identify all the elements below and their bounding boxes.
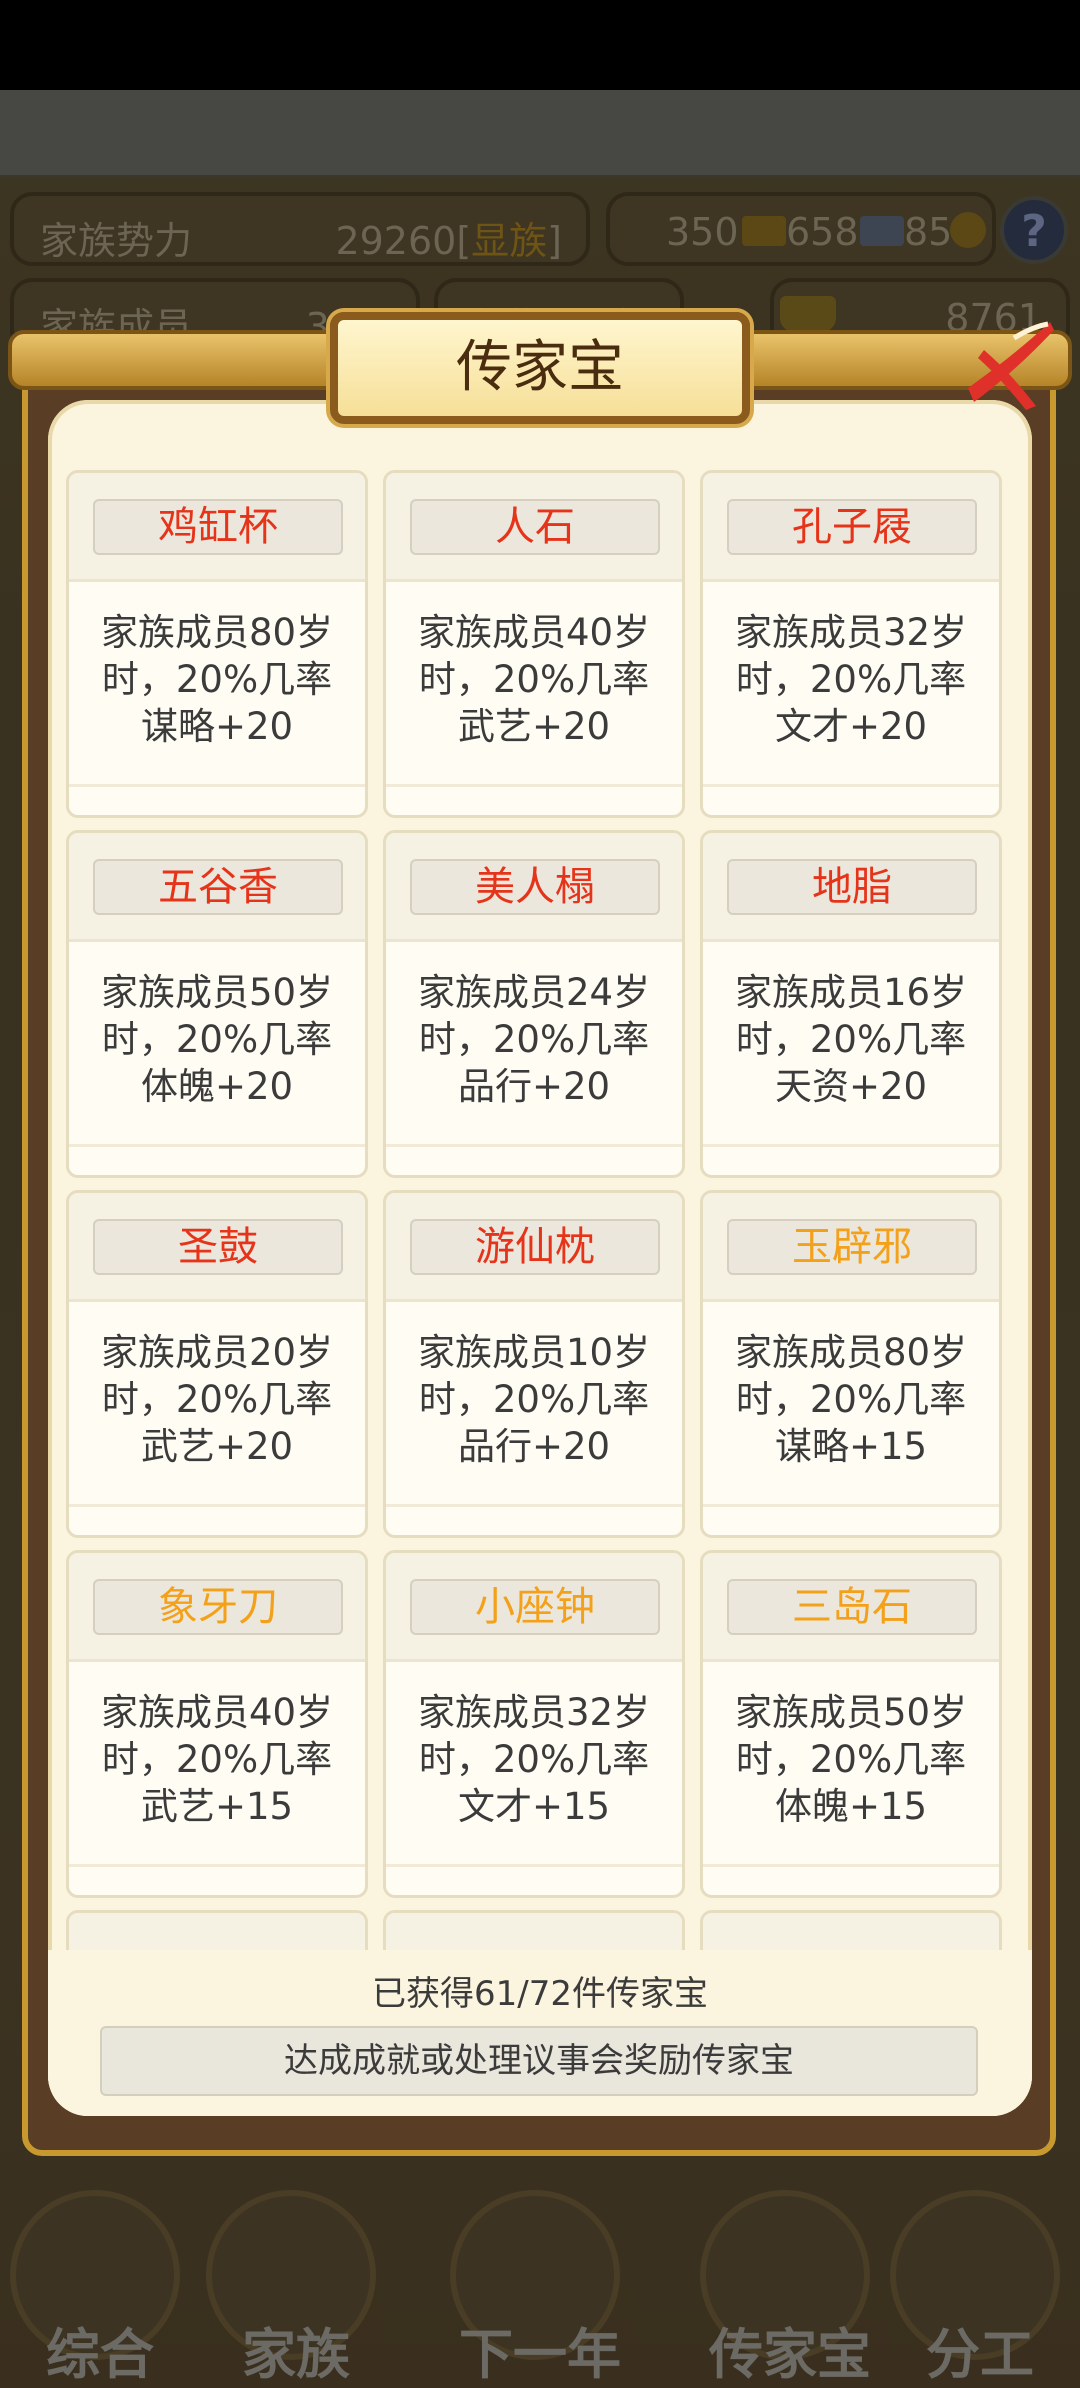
gold-count: 350 [666, 210, 739, 254]
heirloom-count: 已获得61/72件传家宝 [372, 1974, 708, 2014]
heirloom-description: 家族成员10岁 时，20%几率 品行+20 [417, 1331, 651, 1468]
iron-bar-icon [860, 216, 904, 246]
heirloom-name: 美人榻 [410, 859, 660, 915]
coin-icon [950, 212, 986, 248]
heirloom-name: 玉辟邪 [727, 1219, 977, 1275]
heirloom-card[interactable]: 五谷香 家族成员50岁 时，20%几率 体魄+20 [66, 830, 368, 1178]
heirloom-name: 鸡缸杯 [93, 499, 343, 555]
heirloom-card[interactable]: 美人榻 家族成员24岁 时，20%几率 品行+20 [383, 830, 685, 1178]
tab-heirlooms[interactable]: 传家宝 [690, 2180, 890, 2388]
heirloom-grid: 鸡缸杯 家族成员80岁 时，20%几率 谋略+20 人石 家族成员40岁 时，2… [66, 470, 1016, 1950]
status-bar [0, 0, 1080, 90]
heirloom-card[interactable]: 人石 家族成员40岁 时，20%几率 武艺+20 [383, 470, 685, 818]
heirloom-description: 家族成员32岁 时，20%几率 文才+15 [417, 1691, 651, 1828]
gold-bar-icon [742, 216, 786, 246]
family-power-value: 29260 [335, 219, 457, 263]
heirloom-name: 人石 [410, 499, 660, 555]
heirloom-grid-viewport[interactable]: 鸡缸杯 家族成员80岁 时，20%几率 谋略+20 人石 家族成员40岁 时，2… [66, 470, 1016, 1950]
coin-count: 85 [904, 210, 953, 254]
heirloom-card-partial[interactable] [700, 1910, 1002, 1950]
heirloom-card[interactable]: 象牙刀 家族成员40岁 时，20%几率 武艺+15 [66, 1550, 368, 1898]
close-icon [968, 321, 1054, 410]
heirloom-name: 圣鼓 [93, 1219, 343, 1275]
heirloom-description: 家族成员50岁 时，20%几率 体魄+15 [734, 1691, 968, 1828]
heirloom-description: 家族成员24岁 时，20%几率 品行+20 [417, 971, 651, 1108]
heirloom-name: 地脂 [727, 859, 977, 915]
heirloom-card[interactable]: 孔子屐 家族成员32岁 时，20%几率 文才+20 [700, 470, 1002, 818]
heirloom-name: 孔子屐 [727, 499, 977, 555]
help-icon[interactable]: ? [1000, 196, 1068, 264]
close-button[interactable] [950, 310, 1060, 420]
family-power-box: 家族势力 29260[显族] [10, 192, 590, 266]
heirloom-card-partial[interactable] [383, 1910, 685, 1950]
heirloom-name: 象牙刀 [93, 1579, 343, 1635]
heirloom-card[interactable]: 小座钟 家族成员32岁 时，20%几率 文才+15 [383, 1550, 685, 1898]
gold-ingot-icon [780, 296, 836, 332]
heirloom-name: 三岛石 [727, 1579, 977, 1635]
tab-division[interactable]: 分工 [880, 2180, 1080, 2388]
heirloom-card[interactable]: 鸡缸杯 家族成员80岁 时，20%几率 谋略+20 [66, 470, 368, 818]
reward-hint-button[interactable]: 达成成就或处理议事会奖励传家宝 [100, 2026, 978, 2096]
heirloom-card[interactable]: 圣鼓 家族成员20岁 时，20%几率 武艺+20 [66, 1190, 368, 1538]
resources-box: 350 658 85 [606, 192, 996, 266]
family-power-label: 家族势力 [40, 219, 193, 263]
heirloom-name: 游仙枕 [410, 1219, 660, 1275]
heirloom-card-partial[interactable] [66, 1910, 368, 1950]
heirloom-description: 家族成员40岁 时，20%几率 武艺+15 [100, 1691, 334, 1828]
heirloom-card[interactable]: 玉辟邪 家族成员80岁 时，20%几率 谋略+15 [700, 1190, 1002, 1538]
heirloom-description: 家族成员20岁 时，20%几率 武艺+20 [100, 1331, 334, 1468]
heirloom-card[interactable]: 三岛石 家族成员50岁 时，20%几率 体魄+15 [700, 1550, 1002, 1898]
tab-general[interactable]: 综合 [0, 2180, 200, 2388]
family-rank: 显族 [471, 219, 548, 263]
heirloom-name: 小座钟 [410, 1579, 660, 1635]
heirloom-description: 家族成员16岁 时，20%几率 天资+20 [734, 971, 968, 1108]
heirloom-description: 家族成员80岁 时，20%几率 谋略+20 [100, 611, 334, 748]
tab-next-year[interactable]: 下一年 [440, 2180, 640, 2388]
heirloom-name: 五谷香 [93, 859, 343, 915]
modal-title: 传家宝 [456, 335, 624, 400]
tab-family[interactable]: 家族 [196, 2180, 396, 2388]
heirloom-description: 家族成员50岁 时，20%几率 体魄+20 [100, 971, 334, 1108]
heirloom-description: 家族成员40岁 时，20%几率 武艺+20 [417, 611, 651, 748]
heirloom-description: 家族成员32岁 时，20%几率 文才+20 [734, 611, 968, 748]
heirloom-card[interactable]: 地脂 家族成员16岁 时，20%几率 天资+20 [700, 830, 1002, 1178]
heirloom-card[interactable]: 游仙枕 家族成员10岁 时，20%几率 品行+20 [383, 1190, 685, 1538]
iron-count: 658 [786, 210, 859, 254]
heirloom-description: 家族成员80岁 时，20%几率 谋略+15 [734, 1331, 968, 1468]
top-strip [0, 90, 1080, 175]
